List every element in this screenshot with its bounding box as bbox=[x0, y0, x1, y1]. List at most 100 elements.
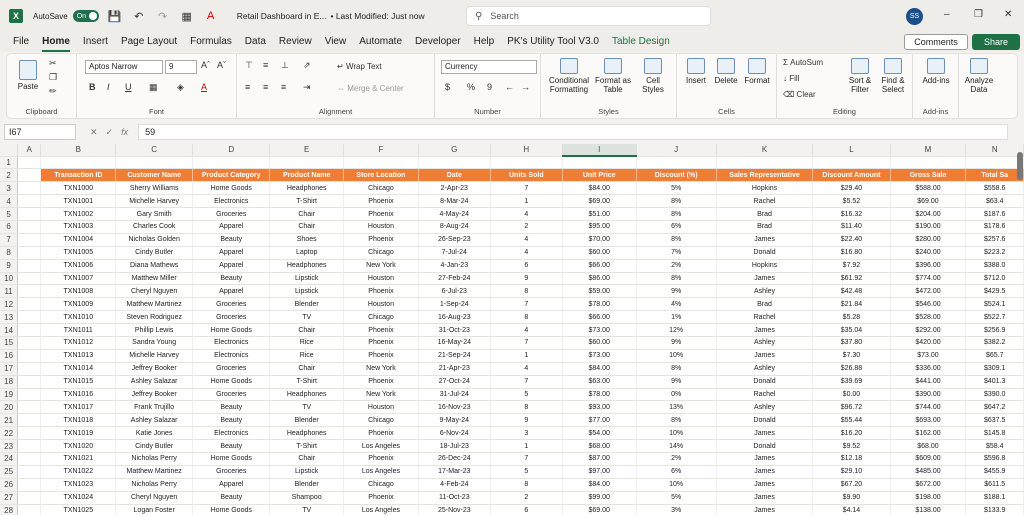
table-cell[interactable]: James bbox=[716, 426, 814, 441]
table-cell[interactable]: Chicago bbox=[343, 478, 419, 492]
table-cell[interactable]: $388.0 bbox=[965, 259, 1024, 273]
table-cell[interactable]: $99.00 bbox=[562, 491, 637, 505]
decrease-decimal-icon[interactable]: → bbox=[521, 82, 530, 92]
table-cell[interactable]: Rice bbox=[269, 336, 345, 350]
table-cell[interactable]: Ashley bbox=[716, 284, 814, 299]
table-cell[interactable]: $292.00 bbox=[890, 323, 967, 337]
table-cell[interactable]: 8-Mar-24 bbox=[418, 194, 491, 209]
table-cell[interactable]: Houston bbox=[343, 272, 419, 286]
table-cell[interactable]: TXN1004 bbox=[40, 233, 117, 247]
table-cell[interactable]: Michelle Harvey bbox=[115, 349, 194, 363]
table-cell[interactable]: $63.4 bbox=[965, 194, 1024, 209]
row-header[interactable]: 8 bbox=[0, 246, 19, 260]
wrap-text-button[interactable]: ↵ Wrap Text bbox=[337, 62, 382, 71]
column-header-l[interactable]: L bbox=[812, 144, 891, 157]
table-cell[interactable]: T-Shirt bbox=[269, 439, 345, 453]
table-cell[interactable]: 8% bbox=[636, 194, 717, 209]
table-cell[interactable]: 10% bbox=[636, 349, 717, 363]
row-header[interactable]: 15 bbox=[0, 336, 19, 350]
table-cell[interactable]: 5% bbox=[636, 491, 717, 505]
table-cell[interactable]: Phoenix bbox=[343, 323, 419, 337]
table-cell[interactable]: Cheryl Nguyen bbox=[115, 491, 194, 505]
table-cell[interactable]: TXN1003 bbox=[40, 220, 117, 234]
column-header-h[interactable]: H bbox=[490, 144, 563, 157]
table-cell[interactable]: 8% bbox=[636, 233, 717, 247]
table-cell[interactable]: Shampoo bbox=[269, 491, 345, 505]
table-cell[interactable]: $21.84 bbox=[812, 297, 891, 312]
table-cell[interactable]: $68.00 bbox=[562, 439, 637, 453]
tab-help[interactable]: Help bbox=[474, 32, 495, 52]
row-header[interactable]: 4 bbox=[0, 194, 19, 209]
cell[interactable] bbox=[17, 220, 42, 234]
increase-font-icon[interactable]: Aˆ bbox=[201, 60, 210, 70]
table-cell[interactable]: Chicago bbox=[343, 413, 419, 428]
orientation-icon[interactable]: ⇗ bbox=[303, 60, 311, 71]
table-cell[interactable]: Gary Smith bbox=[115, 207, 194, 221]
cell[interactable] bbox=[17, 452, 42, 466]
accounting-icon[interactable]: $ bbox=[445, 82, 450, 92]
table-cell[interactable]: Electronics bbox=[192, 349, 271, 363]
table-cell[interactable]: James bbox=[716, 452, 814, 466]
table-cell[interactable]: 13% bbox=[636, 400, 717, 415]
table-cell[interactable]: Ashley Salazar bbox=[115, 413, 194, 428]
table-header-cell[interactable]: Transaction ID bbox=[40, 168, 117, 183]
table-cell[interactable]: $84.00 bbox=[562, 478, 637, 492]
table-cell[interactable]: Home Goods bbox=[192, 323, 271, 337]
table-cell[interactable]: T-Shirt bbox=[269, 194, 345, 209]
table-cell[interactable]: 10% bbox=[636, 478, 717, 492]
tab-page-layout[interactable]: Page Layout bbox=[121, 32, 177, 52]
table-cell[interactable]: 6% bbox=[636, 220, 717, 234]
cell[interactable] bbox=[965, 156, 1024, 170]
tab-automate[interactable]: Automate bbox=[359, 32, 402, 52]
fx-icon[interactable]: fx bbox=[121, 127, 128, 137]
table-cell[interactable]: $693.00 bbox=[890, 413, 967, 428]
cell[interactable] bbox=[17, 439, 42, 453]
tab-file[interactable]: File bbox=[13, 32, 29, 52]
table-cell[interactable]: Chicago bbox=[343, 181, 419, 196]
cell[interactable] bbox=[17, 362, 42, 376]
table-cell[interactable]: $7.30 bbox=[812, 349, 891, 363]
table-cell[interactable]: $51.00 bbox=[562, 207, 637, 221]
table-cell[interactable]: Apparel bbox=[192, 478, 271, 492]
find-select-button[interactable]: Find & Select bbox=[877, 58, 909, 94]
column-header-j[interactable]: J bbox=[636, 144, 717, 157]
table-cell[interactable]: Lipstick bbox=[269, 465, 345, 479]
table-cell[interactable]: $198.00 bbox=[890, 491, 967, 505]
cancel-icon[interactable]: ✕ bbox=[90, 127, 98, 138]
table-cell[interactable]: $69.00 bbox=[562, 194, 637, 209]
format-as-table-button[interactable]: Format as Table bbox=[593, 58, 633, 94]
font-color-icon[interactable]: A bbox=[203, 10, 219, 22]
table-cell[interactable]: Home Goods bbox=[192, 504, 271, 515]
table-header-cell[interactable]: Product Name bbox=[269, 168, 345, 183]
table-cell[interactable]: Diana Mathews bbox=[115, 259, 194, 273]
table-cell[interactable]: Phoenix bbox=[343, 336, 419, 350]
table-cell[interactable]: Electronics bbox=[192, 426, 271, 441]
table-cell[interactable]: Phoenix bbox=[343, 452, 419, 466]
table-header-cell[interactable]: Date bbox=[418, 168, 491, 183]
table-cell[interactable]: $138.00 bbox=[890, 504, 967, 515]
table-cell[interactable]: $54.00 bbox=[562, 426, 637, 441]
table-cell[interactable]: $204.00 bbox=[890, 207, 967, 221]
table-cell[interactable]: $162.00 bbox=[890, 426, 967, 441]
row-header[interactable]: 14 bbox=[0, 323, 19, 337]
table-cell[interactable]: $178.6 bbox=[965, 220, 1024, 234]
table-cell[interactable]: Phoenix bbox=[343, 207, 419, 221]
cell-styles-button[interactable]: Cell Styles bbox=[635, 58, 671, 94]
comments-button[interactable]: Comments bbox=[904, 34, 968, 50]
table-cell[interactable]: TV bbox=[269, 310, 345, 325]
enter-icon[interactable]: ✓ bbox=[106, 127, 114, 138]
row-header[interactable]: 26 bbox=[0, 478, 19, 492]
table-cell[interactable]: 27-Oct-24 bbox=[418, 375, 491, 389]
cell[interactable] bbox=[17, 504, 42, 515]
insert-cells-button[interactable]: Insert bbox=[681, 58, 711, 85]
table-cell[interactable]: $73.00 bbox=[562, 323, 637, 337]
table-cell[interactable]: Beauty bbox=[192, 233, 271, 247]
table-cell[interactable]: Phillip Lewis bbox=[115, 323, 194, 337]
table-cell[interactable]: $9.52 bbox=[812, 439, 891, 453]
table-cell[interactable]: 2-Apr-23 bbox=[418, 181, 491, 196]
cell[interactable] bbox=[17, 233, 42, 247]
cell[interactable] bbox=[17, 181, 42, 196]
table-cell[interactable]: $637.5 bbox=[965, 413, 1024, 428]
column-header-g[interactable]: G bbox=[418, 144, 491, 157]
table-cell[interactable]: Electronics bbox=[192, 336, 271, 350]
